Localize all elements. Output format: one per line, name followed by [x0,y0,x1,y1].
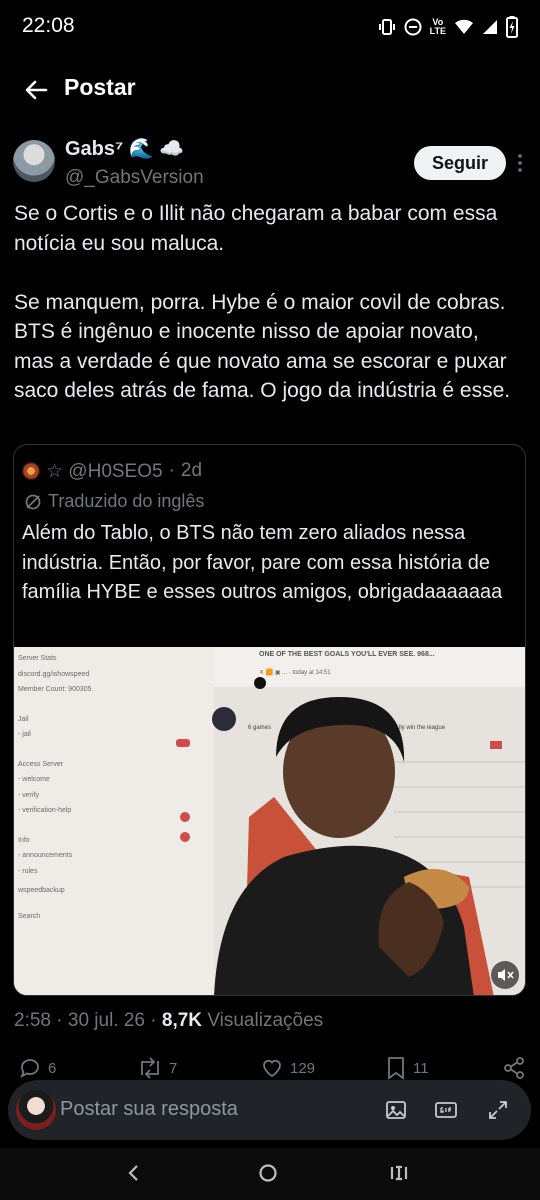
video-sidebar-item: - jail [18,731,31,738]
repost-button[interactable]: 7 [137,1056,177,1080]
post-date: 30 jul. 26 [67,1010,145,1031]
quoted-author-handle: ☆ @H0SEO5 [46,460,163,482]
system-nav-bar [0,1148,540,1200]
video-sidebar-item: - verification-help [18,807,72,814]
status-icons: Vo LTE [378,14,518,40]
view-count: 8,7K [161,1010,203,1031]
video-chat-line: 6 games [248,725,272,731]
heart-icon [263,1059,281,1078]
bookmark-button[interactable]: 11 [385,1056,429,1080]
bookmark-icon [388,1057,404,1080]
status-time: 22:08 [22,14,75,37]
top-app-bar: Postar [0,60,540,120]
video-sidebar-item: Access Server [18,760,64,768]
quoted-post-video[interactable]: ONE OF THE BEST GOALS YOU'LL EVER SEE. 9… [14,647,525,995]
reply-composer[interactable]: Postar sua resposta [8,1080,531,1140]
nav-recents-icon[interactable] [387,1161,411,1185]
expand-icon[interactable] [486,1098,510,1122]
quoted-post-age: 2d [180,460,203,481]
nav-home-icon[interactable] [256,1161,280,1185]
nav-back-icon[interactable] [122,1161,146,1185]
post-time: 2:58 [14,1010,51,1031]
gif-icon[interactable] [434,1098,458,1122]
separator-dot: · [168,460,175,481]
reply-icon [20,1059,39,1078]
vibrate-icon [378,19,395,35]
reply-count: 6 [48,1059,57,1077]
author-name[interactable]: Gabs⁷ 🌊 ☁️ [65,136,184,161]
bookmark-count: 11 [413,1059,429,1077]
author-avatar[interactable] [13,140,55,182]
back-arrow-icon[interactable] [22,76,50,104]
share-icon [504,1057,524,1079]
video-sidebar: Server Stats discord.gg/ishowspeed Membe… [18,651,193,924]
image-icon[interactable] [384,1098,408,1122]
like-count: 129 [290,1059,316,1077]
video-sub-line: ✕ 🟧 ▣ ... · today at 14:51 [259,670,331,676]
dnd-icon [404,18,422,36]
post-meta: 2:58 · 30 jul. 26 · 8,7K Visualizações [14,1010,324,1031]
quoted-post-header: ☆ @H0SEO5 · 2d [22,459,202,483]
repost-icon [141,1057,159,1079]
post-text: Se o Cortis e o Illit não chegaram a bab… [14,202,511,402]
video-sidebar-item: - welcome [18,776,50,783]
wifi-icon [455,19,473,34]
reply-placeholder[interactable]: Postar sua resposta [60,1098,238,1121]
view-label: Visualizações [207,1010,324,1031]
video-sidebar-item: Server Stats [18,655,57,662]
reply-button[interactable]: 6 [18,1056,56,1080]
quoted-post-card[interactable]: ☆ @H0SEO5 · 2d Traduzido do inglês Além … [13,444,526,996]
like-button[interactable]: 129 [260,1056,315,1080]
current-user-avatar [16,1090,56,1130]
quoted-author-avatar [22,462,40,480]
page-title: Postar [64,74,136,100]
video-sidebar-item: discord.gg/ishowspeed [18,670,90,678]
video-sidebar-item: Member Count: 900305 [18,686,92,693]
video-sidebar-item: Info [18,836,30,844]
translate-icon [25,494,41,509]
video-sidebar-item: wspeedbackup [18,887,65,894]
video-top-title: ONE OF THE BEST GOALS YOU'LL EVER SEE. 9… [259,651,435,658]
battery-icon [506,16,518,38]
signal-icon [483,20,497,34]
share-button[interactable] [503,1056,525,1080]
status-bar: 22:08 Vo LTE [0,0,540,56]
follow-button[interactable]: Seguir [414,146,506,180]
volte-icon: Vo LTE [429,17,446,36]
video-sidebar-item: - rules [18,867,38,875]
repost-count: 7 [169,1059,178,1077]
quoted-post-text: Além do Tablo, o BTS não tem zero aliado… [22,522,503,603]
more-options-icon[interactable] [512,152,528,174]
translated-text: Traduzido do inglês [48,491,205,511]
video-sidebar-item: Jail [18,715,29,723]
video-sidebar-item: - announcements [18,852,73,859]
video-sidebar-item: - verify [18,791,39,799]
mute-button[interactable] [491,961,519,989]
speaker-muted-icon [498,969,514,981]
video-chat-line-2: lly win the league [399,725,446,731]
translated-label[interactable]: Traduzido do inglês [24,491,204,512]
author-handle[interactable]: @_GabsVersion [65,167,204,189]
video-sidebar-item: Search [18,912,41,920]
